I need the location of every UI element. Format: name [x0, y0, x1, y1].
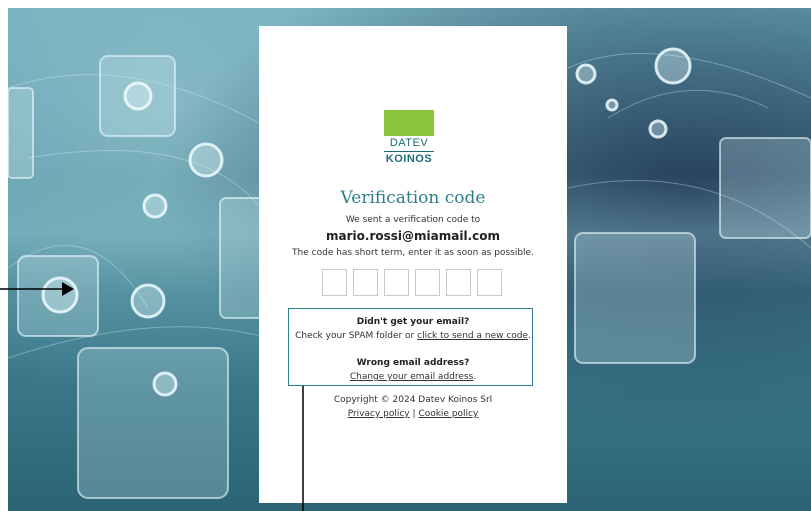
left-pointer-arrowhead [62, 282, 74, 296]
annotation-overlay [0, 282, 304, 511]
